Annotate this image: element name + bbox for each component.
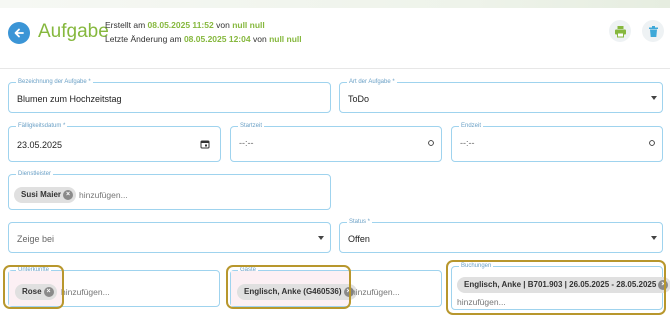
changed-date: 08.05.2025 12:04 — [183, 34, 251, 44]
service-provider-field[interactable]: Dienstleister Susi Maier × hinzufügen... — [8, 170, 331, 210]
start-time-value: --:-- — [239, 138, 254, 148]
task-type-select[interactable]: Art der Aufgabe * ToDo — [339, 78, 663, 113]
due-date-field[interactable]: Fälligkeitsdatum * 23.05.2025 — [8, 122, 221, 162]
status-select[interactable]: Status * Offen — [339, 218, 663, 253]
service-provider-chip[interactable]: Susi Maier × — [14, 187, 77, 203]
task-type-value: ToDo — [348, 94, 370, 104]
back-button[interactable] — [8, 22, 30, 44]
task-name-value: Blumen zum Hochzeitstag — [17, 94, 122, 104]
delete-button[interactable] — [642, 20, 664, 42]
printer-icon — [614, 25, 626, 37]
trash-icon — [648, 25, 658, 37]
chevron-down-icon — [651, 96, 657, 100]
page-title: Aufgabe — [38, 21, 109, 42]
changed-by: null null — [269, 34, 302, 44]
changed-info: Letzte Änderung am 08.05.2025 12:04 von … — [105, 34, 302, 44]
task-name-field[interactable]: Bezeichnung der Aufgabe * Blumen zum Hoc… — [8, 78, 331, 113]
end-time-field[interactable]: Endzeit --:-- — [451, 122, 663, 162]
clock-icon[interactable] — [428, 140, 434, 146]
end-time-value: --:-- — [460, 138, 475, 148]
created-info: Erstellt am 08.05.2025 11:52 von null nu… — [105, 20, 265, 30]
calendar-icon[interactable] — [200, 139, 210, 149]
accommodations-annotation-frame — [3, 265, 64, 309]
header-divider — [0, 68, 670, 69]
close-icon[interactable]: × — [63, 190, 74, 200]
accommodations-add-input[interactable]: hinzufügen... — [61, 287, 110, 297]
chevron-down-icon — [651, 236, 657, 240]
status-value: Offen — [348, 234, 370, 244]
arrow-left-icon — [14, 28, 24, 38]
header-background — [0, 0, 670, 8]
chevron-down-icon — [318, 236, 324, 240]
bookings-annotation-frame — [446, 260, 666, 315]
clock-icon[interactable] — [649, 140, 655, 146]
show-at-value: Zeige bei — [17, 234, 55, 244]
guests-add-input[interactable]: hinzufügen... — [351, 287, 400, 297]
start-time-field[interactable]: Startzeit --:-- — [230, 122, 442, 162]
created-by: null null — [232, 20, 265, 30]
show-at-select[interactable]: Zeige bei — [8, 222, 331, 253]
created-date: 08.05.2025 11:52 — [147, 20, 214, 30]
print-button[interactable] — [609, 20, 631, 42]
service-provider-add-input[interactable]: hinzufügen... — [79, 190, 128, 200]
guests-annotation-frame — [226, 265, 351, 309]
due-date-value: 23.05.2025 — [17, 140, 63, 150]
